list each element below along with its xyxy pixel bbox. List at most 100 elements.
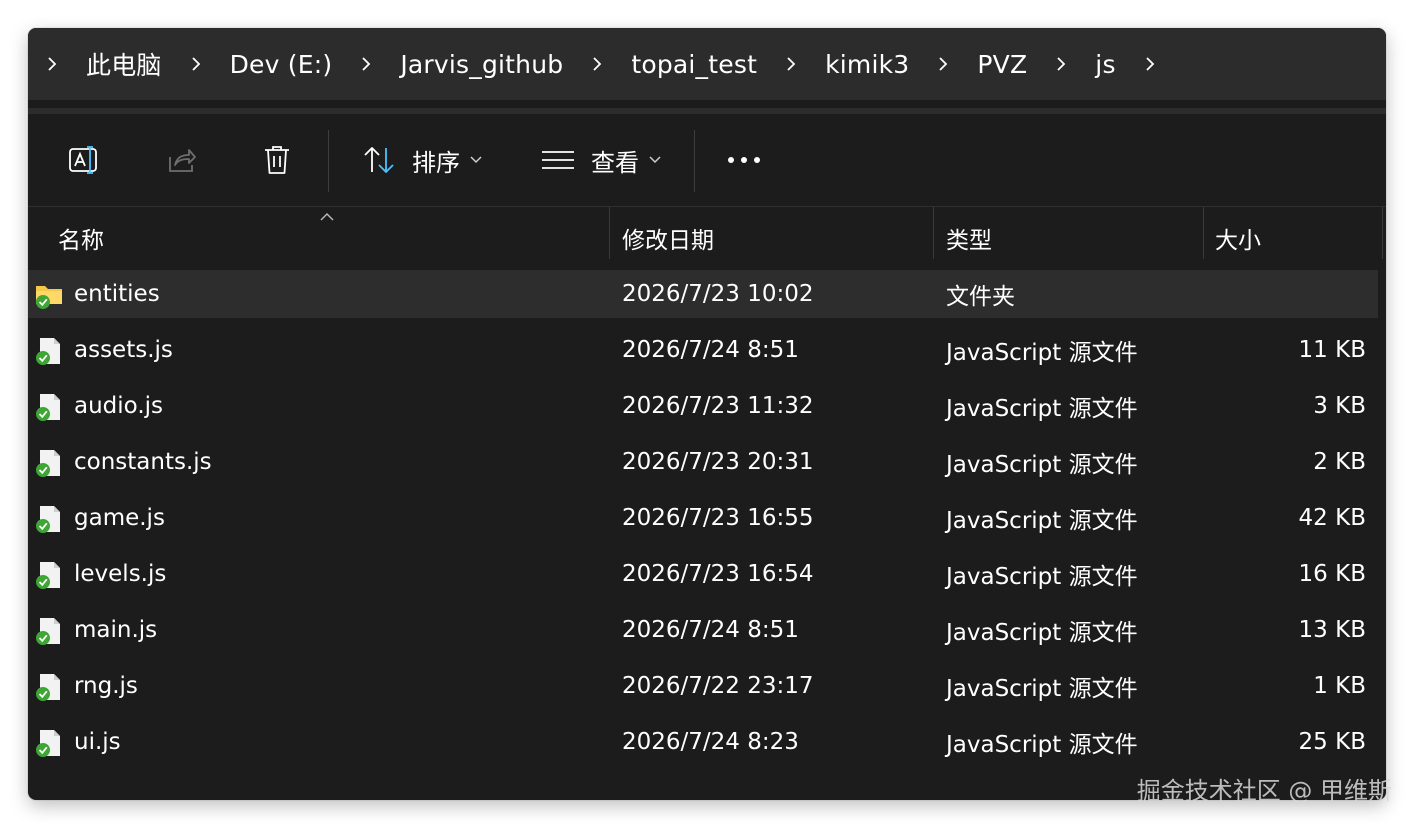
file-name: constants.js	[74, 449, 212, 475]
chevron-right-icon[interactable]	[923, 28, 963, 100]
column-header-date[interactable]: 修改日期	[622, 207, 714, 269]
js-file-icon	[34, 728, 64, 758]
js-file-icon	[34, 448, 64, 478]
watermark: 掘金技术社区 @ 甲维斯	[1136, 777, 1392, 805]
js-file-icon	[34, 560, 64, 590]
file-name: ui.js	[74, 729, 121, 755]
share-icon	[165, 145, 197, 175]
file-type: JavaScript 源文件	[946, 340, 1138, 366]
js-file-icon	[34, 672, 64, 702]
more-options-button[interactable]	[714, 128, 774, 192]
file-name: main.js	[74, 617, 158, 643]
file-explorer-window: 此电脑 Dev (E:) Jarvis_github topai_test ki…	[28, 28, 1386, 800]
chevron-right-icon[interactable]	[176, 28, 216, 100]
delete-button[interactable]	[246, 128, 308, 192]
view-list-icon	[541, 149, 575, 171]
column-divider[interactable]	[1203, 207, 1204, 259]
file-modified-date: 2026/7/23 16:54	[622, 561, 814, 587]
file-modified-date: 2026/7/24 8:51	[622, 617, 799, 643]
breadcrumb-item-topai-test[interactable]: topai_test	[617, 50, 771, 79]
file-name: game.js	[74, 505, 165, 531]
file-size: 42 KB	[1298, 505, 1366, 531]
file-name: entities	[74, 281, 160, 307]
file-type: JavaScript 源文件	[946, 732, 1138, 758]
js-file-icon	[34, 336, 64, 366]
rename-icon	[68, 145, 102, 175]
file-type: JavaScript 源文件	[946, 508, 1138, 534]
sort-button[interactable]: 排序	[352, 128, 492, 192]
js-file-icon	[34, 616, 64, 646]
file-name: rng.js	[74, 673, 138, 699]
breadcrumb-list: 此电脑 Dev (E:) Jarvis_github topai_test ki…	[28, 28, 1386, 100]
file-row[interactable]: main.js 2026/7/24 8:51 JavaScript 源文件 13 KB	[28, 606, 1378, 654]
file-row[interactable]: audio.js 2026/7/23 11:32 JavaScript 源文件 3 K…	[28, 382, 1378, 430]
file-modified-date: 2026/7/23 11:32	[622, 393, 814, 419]
breadcrumb[interactable]: 此电脑 Dev (E:) Jarvis_github topai_test ki…	[28, 28, 1386, 100]
breadcrumb-item-kimik3[interactable]: kimik3	[811, 50, 923, 79]
column-header-row: 名称 修改日期 类型 大小	[28, 206, 1386, 269]
column-divider[interactable]	[933, 207, 934, 259]
view-label: 查看	[591, 148, 639, 177]
file-row[interactable]: assets.js 2026/7/24 8:51 JavaScript 源文件 11 …	[28, 326, 1378, 374]
folder-icon	[34, 280, 64, 310]
trash-icon	[262, 144, 292, 176]
file-name: levels.js	[74, 561, 167, 587]
sort-ascending-caret-icon	[320, 207, 334, 221]
file-type: JavaScript 源文件	[946, 564, 1138, 590]
folder-row[interactable]: entities 2026/7/23 10:02 文件夹	[28, 270, 1378, 318]
file-type: JavaScript 源文件	[946, 676, 1138, 702]
file-row[interactable]: rng.js 2026/7/22 23:17 JavaScript 源文件 1 KB	[28, 662, 1378, 710]
file-name: assets.js	[74, 337, 173, 363]
file-row[interactable]: ui.js 2026/7/24 8:23 JavaScript 源文件 25 KB	[28, 718, 1378, 766]
breadcrumb-item-jarvis-github[interactable]: Jarvis_github	[386, 50, 577, 79]
rename-button[interactable]	[54, 128, 116, 192]
toolbar-divider	[328, 130, 329, 192]
breadcrumb-item-js[interactable]: js	[1081, 50, 1129, 79]
file-type: JavaScript 源文件	[946, 452, 1138, 478]
file-modified-date: 2026/7/23 20:31	[622, 449, 814, 475]
command-bar: 排序 查看	[28, 114, 1386, 206]
breadcrumb-item-pvz[interactable]: PVZ	[963, 50, 1041, 79]
file-size: 11 KB	[1298, 337, 1366, 363]
sort-icon	[362, 145, 396, 175]
file-modified-date: 2026/7/22 23:17	[622, 673, 814, 699]
file-size: 1 KB	[1313, 673, 1366, 699]
column-header-type[interactable]: 类型	[946, 207, 992, 269]
chevron-right-icon[interactable]	[577, 28, 617, 100]
file-row[interactable]: game.js 2026/7/23 16:55 JavaScript 源文件 42 K…	[28, 494, 1378, 542]
toolbar-divider	[694, 130, 695, 192]
chevron-right-icon[interactable]	[771, 28, 811, 100]
file-modified-date: 2026/7/23 10:02	[622, 281, 814, 307]
js-file-icon	[34, 504, 64, 534]
file-modified-date: 2026/7/24 8:51	[622, 337, 799, 363]
js-file-icon	[34, 392, 64, 422]
share-button[interactable]	[150, 128, 212, 192]
file-size: 25 KB	[1298, 729, 1366, 755]
chevron-right-icon[interactable]	[32, 28, 72, 100]
file-type: 文件夹	[946, 284, 1015, 310]
chevron-right-icon[interactable]	[1130, 28, 1170, 100]
chevron-down-icon	[470, 156, 482, 164]
view-button[interactable]: 查看	[530, 128, 672, 192]
breadcrumb-item-drive[interactable]: Dev (E:)	[216, 50, 347, 79]
sort-label: 排序	[412, 148, 460, 177]
chevron-down-icon	[649, 156, 661, 164]
file-size: 16 KB	[1298, 561, 1366, 587]
column-header-name[interactable]: 名称	[58, 207, 104, 269]
file-size: 2 KB	[1313, 449, 1366, 475]
breadcrumb-item-this-pc[interactable]: 此电脑	[72, 46, 176, 82]
file-type: JavaScript 源文件	[946, 396, 1138, 422]
more-horizontal-icon	[727, 156, 761, 164]
file-size: 13 KB	[1298, 617, 1366, 643]
file-modified-date: 2026/7/24 8:23	[622, 729, 799, 755]
chevron-right-icon[interactable]	[346, 28, 386, 100]
column-divider[interactable]	[609, 207, 610, 259]
chevron-right-icon[interactable]	[1041, 28, 1081, 100]
file-name: audio.js	[74, 393, 164, 419]
column-divider[interactable]	[1382, 207, 1383, 259]
file-row[interactable]: levels.js 2026/7/23 16:54 JavaScript 源文件 16…	[28, 550, 1378, 598]
file-size: 3 KB	[1313, 393, 1366, 419]
file-row[interactable]: constants.js 2026/7/23 20:31 JavaScript 源文…	[28, 438, 1378, 486]
column-header-size[interactable]: 大小	[1215, 207, 1261, 269]
file-type: JavaScript 源文件	[946, 620, 1138, 646]
